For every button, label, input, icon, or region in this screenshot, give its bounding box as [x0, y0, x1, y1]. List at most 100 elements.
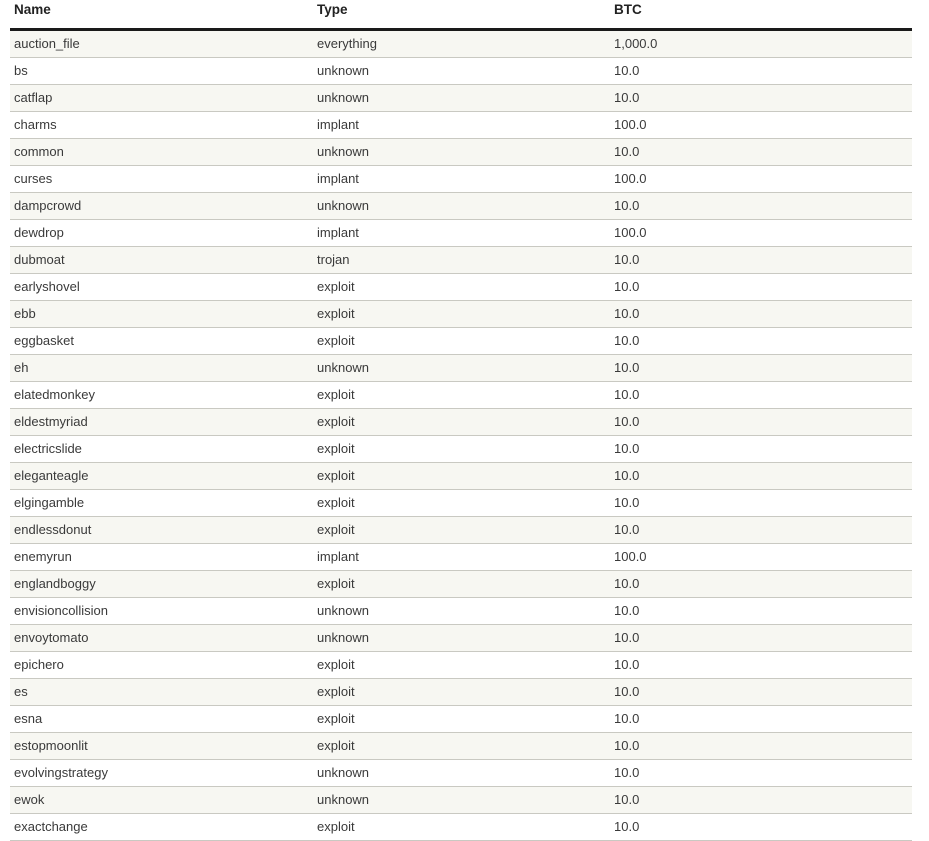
cell-type: exploit — [313, 273, 610, 301]
table-row[interactable]: exactchange exploit 10.0 — [10, 813, 912, 841]
cell-btc: 10.0 — [610, 489, 912, 517]
cell-btc: 100.0 — [610, 219, 912, 247]
table-row[interactable]: auction_file everything 1,000.0 — [10, 29, 912, 58]
table-row[interactable]: dampcrowd unknown 10.0 — [10, 192, 912, 220]
table-row[interactable]: es exploit 10.0 — [10, 678, 912, 706]
cell-btc: 100.0 — [610, 165, 912, 193]
listing-table-container: Name Type BTC auction_file everything 1,00… — [10, 0, 912, 841]
table-row[interactable]: charms implant 100.0 — [10, 111, 912, 139]
table-row[interactable]: eldestmyriad exploit 10.0 — [10, 408, 912, 436]
cell-btc: 10.0 — [610, 327, 912, 355]
cell-btc: 10.0 — [610, 57, 912, 85]
cell-btc: 100.0 — [610, 543, 912, 571]
table-row[interactable]: earlyshovel exploit 10.0 — [10, 273, 912, 301]
cell-type: unknown — [313, 624, 610, 652]
cell-type: exploit — [313, 300, 610, 328]
cell-type: unknown — [313, 759, 610, 787]
table-body: auction_file everything 1,000.0 bs unknown 10… — [10, 29, 912, 841]
cell-name: es — [10, 678, 313, 706]
cell-type: exploit — [313, 732, 610, 760]
table-row[interactable]: englandboggy exploit 10.0 — [10, 570, 912, 598]
cell-btc: 10.0 — [610, 759, 912, 787]
table-row[interactable]: envisioncollision unknown 10.0 — [10, 597, 912, 625]
table-row[interactable]: evolvingstrategy unknown 10.0 — [10, 759, 912, 787]
table-row[interactable]: electricslide exploit 10.0 — [10, 435, 912, 463]
table-row[interactable]: enemyrun implant 100.0 — [10, 543, 912, 571]
table-row[interactable]: eggbasket exploit 10.0 — [10, 327, 912, 355]
cell-btc: 10.0 — [610, 246, 912, 274]
cell-name: catflap — [10, 84, 313, 112]
cell-name: bs — [10, 57, 313, 85]
cell-type: exploit — [313, 813, 610, 841]
table-row[interactable]: endlessdonut exploit 10.0 — [10, 516, 912, 544]
cell-name: common — [10, 138, 313, 166]
column-header-btc[interactable]: BTC — [610, 0, 912, 31]
cell-btc: 10.0 — [610, 84, 912, 112]
cell-name: dubmoat — [10, 246, 313, 274]
cell-type: everything — [313, 29, 610, 58]
cell-type: exploit — [313, 705, 610, 733]
cell-type: exploit — [313, 327, 610, 355]
table-header-row: Name Type BTC — [10, 0, 912, 31]
table-row[interactable]: eleganteagle exploit 10.0 — [10, 462, 912, 490]
table-header: Name Type BTC — [10, 0, 912, 31]
cell-btc: 10.0 — [610, 516, 912, 544]
cell-type: exploit — [313, 570, 610, 598]
cell-btc: 10.0 — [610, 570, 912, 598]
cell-type: implant — [313, 165, 610, 193]
cell-name: dampcrowd — [10, 192, 313, 220]
table-row[interactable]: envoytomato unknown 10.0 — [10, 624, 912, 652]
cell-btc: 10.0 — [610, 705, 912, 733]
cell-btc: 10.0 — [610, 354, 912, 382]
cell-type: unknown — [313, 786, 610, 814]
cell-name: estopmoonlit — [10, 732, 313, 760]
table-row[interactable]: estopmoonlit exploit 10.0 — [10, 732, 912, 760]
table-row[interactable]: elatedmonkey exploit 10.0 — [10, 381, 912, 409]
cell-btc: 100.0 — [610, 111, 912, 139]
cell-name: elatedmonkey — [10, 381, 313, 409]
cell-name: evolvingstrategy — [10, 759, 313, 787]
cell-name: ebb — [10, 300, 313, 328]
cell-name: envisioncollision — [10, 597, 313, 625]
cell-name: earlyshovel — [10, 273, 313, 301]
cell-type: unknown — [313, 138, 610, 166]
cell-type: exploit — [313, 678, 610, 706]
cell-name: englandboggy — [10, 570, 313, 598]
table-row[interactable]: ewok unknown 10.0 — [10, 786, 912, 814]
cell-btc: 10.0 — [610, 300, 912, 328]
table-row[interactable]: curses implant 100.0 — [10, 165, 912, 193]
cell-btc: 10.0 — [610, 192, 912, 220]
cell-name: ewok — [10, 786, 313, 814]
cell-name: eldestmyriad — [10, 408, 313, 436]
column-header-type[interactable]: Type — [313, 0, 610, 31]
cell-type: implant — [313, 543, 610, 571]
cell-btc: 10.0 — [610, 678, 912, 706]
table-row[interactable]: common unknown 10.0 — [10, 138, 912, 166]
cell-type: unknown — [313, 84, 610, 112]
cell-btc: 1,000.0 — [610, 29, 912, 58]
cell-name: eggbasket — [10, 327, 313, 355]
cell-type: exploit — [313, 435, 610, 463]
cell-name: eleganteagle — [10, 462, 313, 490]
cell-type: implant — [313, 111, 610, 139]
table-row[interactable]: catflap unknown 10.0 — [10, 84, 912, 112]
table-row[interactable]: eh unknown 10.0 — [10, 354, 912, 382]
cell-type: exploit — [313, 381, 610, 409]
cell-btc: 10.0 — [610, 813, 912, 841]
table-row[interactable]: dubmoat trojan 10.0 — [10, 246, 912, 274]
cell-btc: 10.0 — [610, 624, 912, 652]
table-row[interactable]: ebb exploit 10.0 — [10, 300, 912, 328]
cell-type: unknown — [313, 354, 610, 382]
cell-name: electricslide — [10, 435, 313, 463]
cell-btc: 10.0 — [610, 651, 912, 679]
cell-type: exploit — [313, 516, 610, 544]
cell-name: enemyrun — [10, 543, 313, 571]
table-row[interactable]: dewdrop implant 100.0 — [10, 219, 912, 247]
table-row[interactable]: elgingamble exploit 10.0 — [10, 489, 912, 517]
table-row[interactable]: epichero exploit 10.0 — [10, 651, 912, 679]
column-header-name[interactable]: Name — [10, 0, 313, 31]
table-row[interactable]: bs unknown 10.0 — [10, 57, 912, 85]
cell-name: exactchange — [10, 813, 313, 841]
cell-name: curses — [10, 165, 313, 193]
table-row[interactable]: esna exploit 10.0 — [10, 705, 912, 733]
